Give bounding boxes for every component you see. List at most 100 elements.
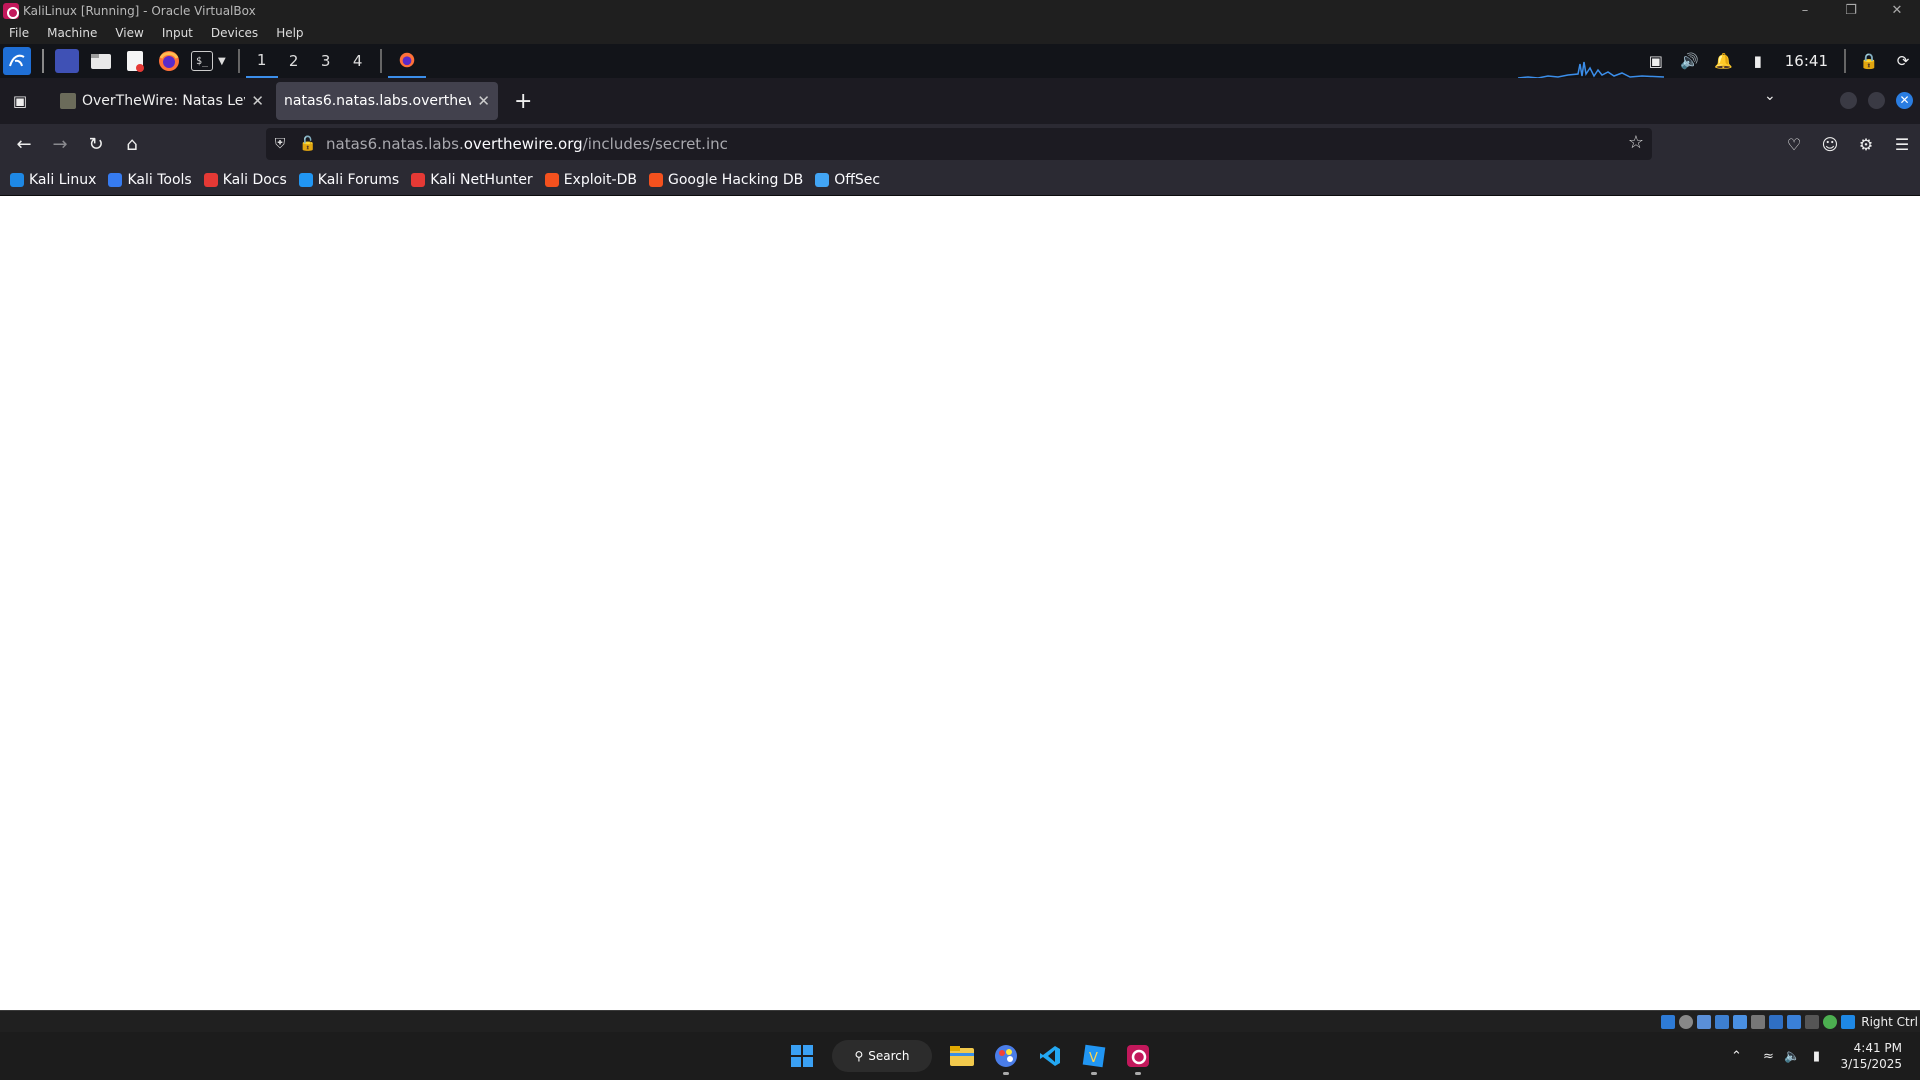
page-content[interactable]: [0, 196, 1920, 1010]
paint-app-icon[interactable]: [986, 1036, 1026, 1076]
show-desktop-icon[interactable]: [55, 49, 79, 73]
close-button[interactable]: ✕: [1874, 0, 1920, 22]
tab-close-icon[interactable]: ✕: [477, 92, 490, 110]
kali-tools-icon: [108, 172, 123, 187]
restore-button[interactable]: ❐: [1828, 0, 1874, 22]
usb-icon[interactable]: [1733, 1014, 1748, 1029]
bookmark-kali-tools[interactable]: Kali Tools: [108, 172, 192, 188]
file-explorer-icon[interactable]: [942, 1036, 982, 1076]
taskbar-firefox-window[interactable]: [387, 44, 426, 78]
recording-icon[interactable]: [1787, 1014, 1802, 1029]
tracking-protection-shield-icon[interactable]: ⛨: [266, 136, 294, 152]
panel-separator: [42, 49, 44, 73]
bookmark-google-hacking-db[interactable]: Google Hacking DB: [648, 172, 803, 188]
reload-button[interactable]: ↻: [78, 128, 114, 160]
taskbar-apps: ⚲ Search V: [780, 1036, 1160, 1076]
battery-icon[interactable]: ▮: [1804, 1049, 1828, 1064]
vbox-menu-bar: File Machine View Input Devices Help: [0, 22, 1920, 44]
menu-input[interactable]: Input: [153, 26, 202, 40]
workspace-1[interactable]: 1: [245, 44, 278, 78]
virtualbox-manager-icon[interactable]: V: [1074, 1036, 1114, 1076]
bookmark-label: Exploit-DB: [563, 171, 637, 188]
vbox-title-bar: KaliLinux [Running] - Oracle VirtualBox …: [0, 0, 1920, 22]
extensions-icon[interactable]: ⚙: [1848, 135, 1884, 154]
bookmark-kali-docs[interactable]: Kali Docs: [203, 172, 287, 188]
lock-icon[interactable]: 🔒: [1852, 52, 1886, 70]
tab-secret-inc[interactable]: natas6.natas.labs.overthewire.org/includ…: [276, 82, 498, 120]
file-manager-icon[interactable]: [89, 49, 113, 73]
hard-disk-icon[interactable]: [1661, 1014, 1676, 1029]
exploit-db-icon: [544, 172, 559, 187]
cpu-graph: [1518, 61, 1664, 78]
system-tray: ⌃ ≈ 🔈 ▮ 4:41 PM 3/15/2025: [1724, 1032, 1920, 1080]
kali-linux-icon: [10, 172, 24, 187]
display-icon[interactable]: [1769, 1014, 1784, 1029]
taskbar-clock[interactable]: 4:41 PM 3/15/2025: [1828, 1040, 1920, 1072]
panel-clock[interactable]: 16:41: [1775, 52, 1838, 70]
workspace-2[interactable]: 2: [278, 44, 310, 78]
host-key-arrow-icon[interactable]: [1841, 1014, 1856, 1029]
bookmark-exploit-db[interactable]: Exploit-DB: [544, 171, 637, 188]
logout-icon[interactable]: ⟳: [1886, 52, 1920, 70]
url-path: /includes/secret.inc: [582, 135, 728, 153]
virtualization-icon[interactable]: [1805, 1014, 1820, 1029]
chevron-down-icon[interactable]: ▼: [218, 56, 226, 67]
vscode-icon[interactable]: [1030, 1036, 1070, 1076]
menu-devices[interactable]: Devices: [202, 26, 267, 40]
account-icon[interactable]: ☺: [1812, 135, 1848, 154]
network-icon[interactable]: [1715, 1014, 1730, 1029]
new-tab-button[interactable]: +: [514, 89, 532, 114]
tab-overview-icon[interactable]: ▣: [2, 85, 38, 117]
workspace-3[interactable]: 3: [310, 44, 342, 78]
window-maximize-button[interactable]: [1868, 92, 1885, 109]
menu-help[interactable]: Help: [267, 26, 312, 40]
tab-label: natas6.natas.labs.overthewire.org/includ…: [284, 93, 472, 109]
pocket-icon[interactable]: ♡: [1776, 135, 1812, 154]
terminal-icon[interactable]: $_: [191, 51, 213, 71]
taskbar-search-button[interactable]: ⚲ Search: [832, 1040, 932, 1072]
url-bar[interactable]: ⛨ 🔓 natas6.natas.labs.overthewire.org/in…: [266, 128, 1652, 160]
notification-bell-icon[interactable]: 🔔: [1707, 52, 1741, 70]
text-editor-icon[interactable]: [123, 49, 147, 73]
url-text[interactable]: natas6.natas.labs.overthewire.org/includ…: [326, 135, 728, 153]
window-close-button[interactable]: ✕: [1896, 92, 1913, 109]
back-button[interactable]: ←: [6, 128, 42, 160]
bookmark-kali-forums[interactable]: Kali Forums: [298, 171, 400, 188]
tab-close-icon[interactable]: ✕: [251, 92, 264, 110]
optical-drive-icon[interactable]: [1679, 1014, 1694, 1029]
windows-start-icon[interactable]: [782, 1036, 822, 1076]
forward-button[interactable]: →: [42, 128, 78, 160]
home-button[interactable]: ⌂: [114, 128, 150, 160]
menu-file[interactable]: File: [0, 26, 38, 40]
clock-date: 3/15/2025: [1840, 1057, 1902, 1071]
bookmark-label: Kali Forums: [317, 171, 400, 188]
battery-icon[interactable]: ▮: [1741, 52, 1775, 70]
chevron-up-icon[interactable]: ⌃: [1724, 1049, 1748, 1064]
virtualbox-vm-icon[interactable]: [1118, 1036, 1158, 1076]
bookmark-star-icon[interactable]: ☆: [1628, 132, 1644, 153]
shared-folders-icon[interactable]: [1751, 1014, 1766, 1029]
windows-taskbar: ⚲ Search V ⌃ ≈ 🔈 ▮ 4:41 PM 3/15/2025: [0, 1032, 1920, 1080]
menu-machine[interactable]: Machine: [38, 26, 106, 40]
speaker-icon[interactable]: 🔈: [1780, 1049, 1804, 1064]
bookmark-kali-nethunter[interactable]: Kali NetHunter: [411, 171, 533, 188]
minimize-button[interactable]: –: [1782, 0, 1828, 22]
menu-view[interactable]: View: [106, 26, 152, 40]
kali-menu-icon[interactable]: [3, 47, 31, 75]
kali-docs-icon: [203, 172, 218, 187]
mouse-integration-icon[interactable]: [1823, 1014, 1838, 1029]
bookmark-label: Kali NetHunter: [430, 171, 533, 188]
window-minimize-button[interactable]: [1840, 92, 1857, 109]
workspace-4[interactable]: 4: [342, 44, 374, 78]
hamburger-menu-icon[interactable]: ☰: [1884, 135, 1920, 154]
host-key-label: Right Ctrl: [1861, 1014, 1918, 1029]
firefox-icon[interactable]: [157, 49, 181, 73]
tab-overthewire-natas[interactable]: OverTheWire: Natas Level 6 ✕: [52, 82, 272, 120]
wifi-icon[interactable]: ≈: [1756, 1049, 1780, 1064]
audio-icon[interactable]: [1697, 1014, 1712, 1029]
list-all-tabs-chevron-icon[interactable]: ⌄: [1764, 88, 1776, 104]
site-info-lock-icon[interactable]: 🔓: [294, 136, 322, 152]
bookmark-offsec[interactable]: OffSec: [815, 172, 880, 188]
volume-icon[interactable]: 🔊: [1673, 52, 1707, 70]
bookmark-kali-linux[interactable]: Kali Linux: [10, 172, 96, 188]
